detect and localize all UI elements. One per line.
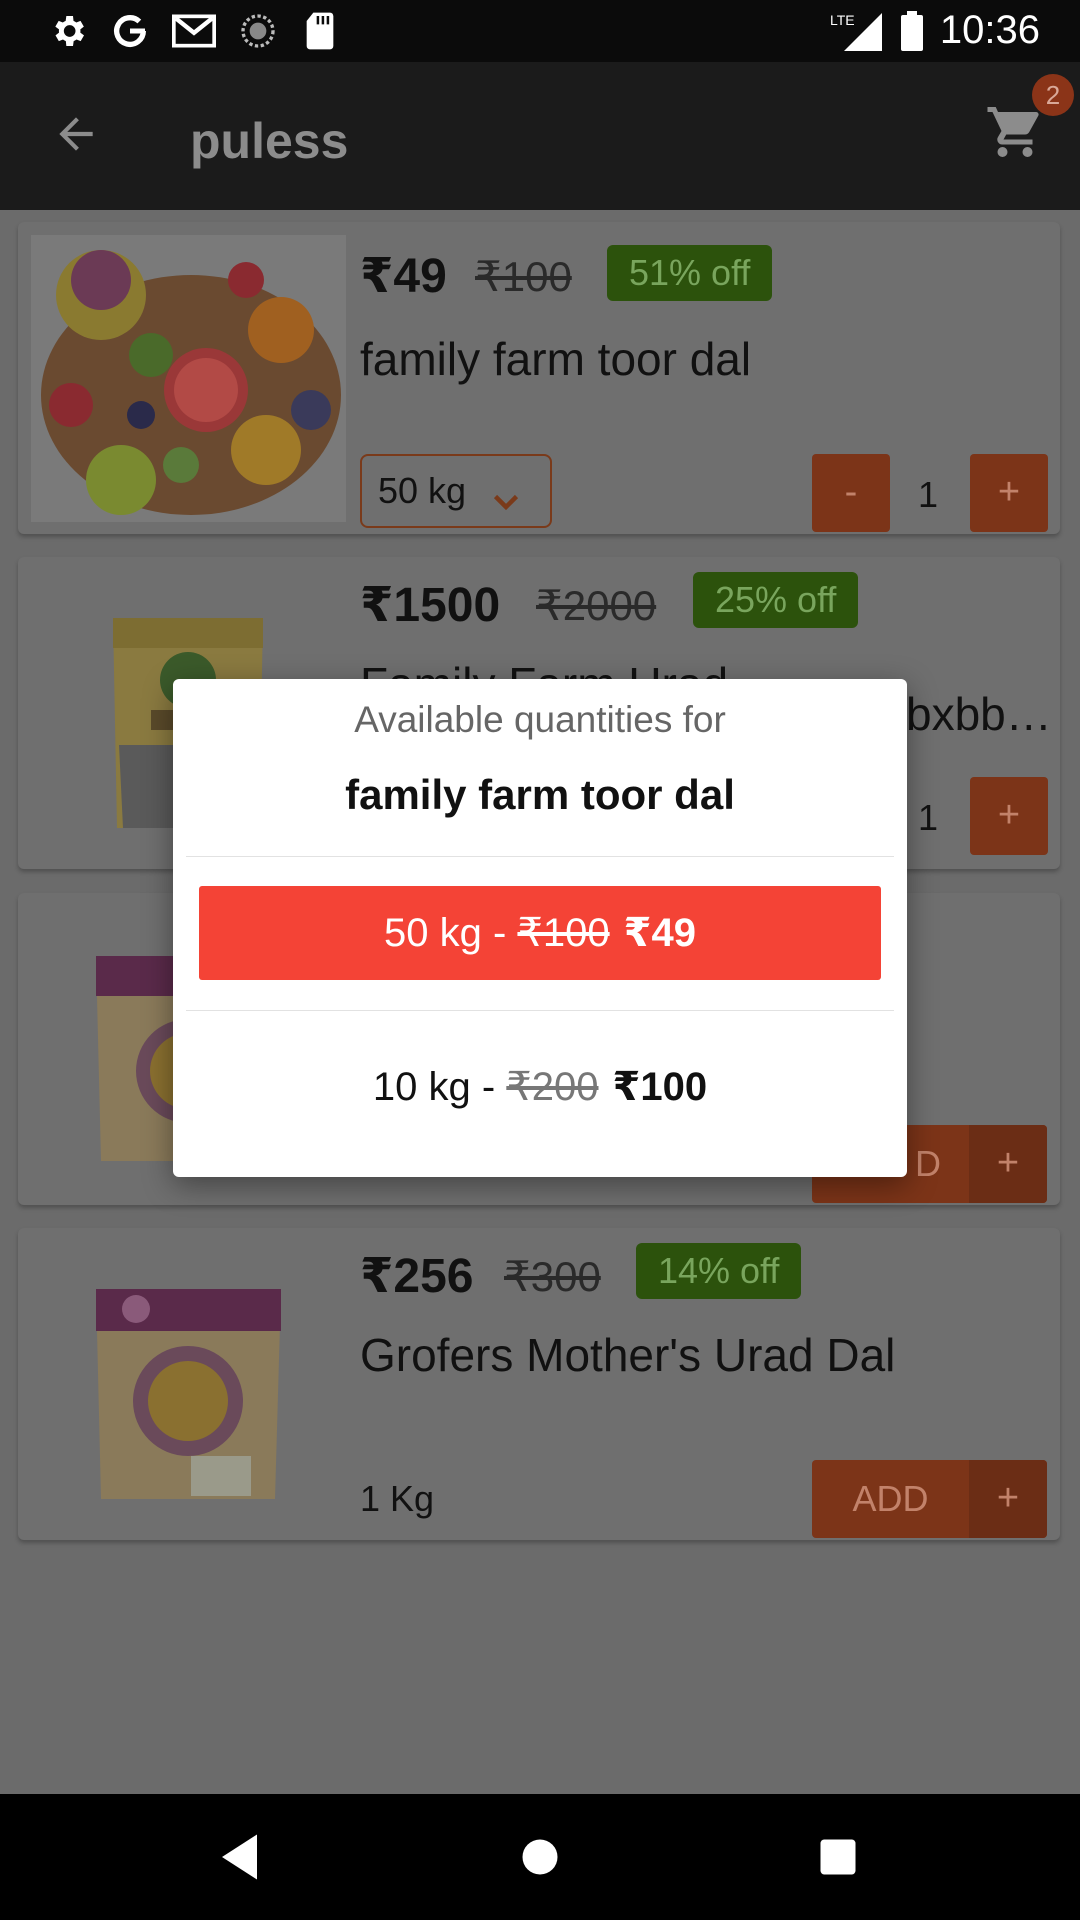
increase-quantity-button[interactable]: + [969, 1460, 1047, 1538]
product-price: ₹1500 [360, 579, 501, 632]
quantity-option-selected[interactable]: 50 kg - ₹100 ₹49 [199, 886, 881, 980]
product-name: family farm toor dal [360, 333, 752, 385]
discount-badge: 14% off [636, 1243, 802, 1299]
quantity-value: 1 [917, 797, 939, 838]
product-price: ₹49 [360, 250, 447, 303]
option-mrp: ₹200 [506, 1065, 599, 1109]
nav-back-icon[interactable] [212, 1827, 272, 1887]
gmail-icon [172, 9, 216, 53]
nav-home-icon[interactable] [510, 1827, 570, 1887]
chevron-down-icon [488, 472, 524, 542]
product-name-tail: bxbb… [906, 688, 1052, 740]
product-mrp: ₹2000 [536, 582, 657, 629]
decrease-quantity-button[interactable]: - [812, 454, 890, 532]
increase-quantity-button[interactable]: + [970, 777, 1048, 855]
quantity-value: 1 [917, 474, 939, 515]
sync-icon [236, 9, 280, 53]
product-mrp: ₹300 [504, 1253, 601, 1300]
quantity-option[interactable]: 10 kg - ₹200 ₹100 [199, 1040, 881, 1134]
unit-dropdown[interactable]: 50 kg [360, 454, 552, 528]
signal-icon: LTE [830, 9, 886, 53]
product-card[interactable]: ₹49 ₹100 51% off family farm toor dal 50… [18, 222, 1060, 534]
product-price: ₹256 [360, 1250, 474, 1303]
option-price: ₹100 [612, 1065, 708, 1109]
discount-badge: 51% off [607, 245, 773, 301]
nav-recents-icon[interactable] [808, 1827, 868, 1887]
increase-quantity-button[interactable]: + [969, 1125, 1047, 1203]
product-image-mothers-choice-urad [31, 1241, 346, 1528]
dialog-title: family farm toor dal [345, 771, 735, 818]
quantity-dialog: Available quantities for family farm too… [173, 679, 907, 1177]
dialog-subtitle: Available quantities for [354, 699, 726, 740]
product-card[interactable]: ₹256 ₹300 14% off Grofers Mother's Urad … [18, 1228, 1060, 1540]
navigation-bar [0, 1794, 1080, 1920]
page-title: puless [190, 113, 349, 169]
settings-icon [46, 9, 90, 53]
product-name: Grofers Mother's Urad Dal [360, 1329, 896, 1381]
product-unit: 1 Kg [360, 1478, 435, 1519]
unit-dropdown-value: 50 kg [378, 470, 467, 511]
option-label: 10 kg - [372, 1065, 507, 1109]
option-label: 50 kg - [384, 911, 518, 955]
status-time: 10:36 [939, 8, 1040, 52]
divider [186, 1010, 894, 1011]
cart-count-badge: 2 [1032, 74, 1074, 116]
divider [186, 856, 894, 857]
add-to-cart-button[interactable]: ADD + [812, 1460, 1047, 1538]
discount-badge: 25% off [693, 572, 859, 628]
sd-card-icon [298, 9, 342, 53]
add-button-label: ADD [852, 1478, 929, 1519]
product-mrp: ₹100 [475, 253, 572, 300]
back-arrow-icon[interactable] [44, 102, 108, 166]
status-bar: LTE 10:36 [0, 0, 1080, 62]
google-icon [108, 9, 152, 53]
svg-text:LTE: LTE [830, 12, 855, 28]
increase-quantity-button[interactable]: + [970, 454, 1048, 532]
battery-icon [890, 9, 934, 53]
option-mrp: ₹100 [517, 911, 610, 955]
app-bar: puless [0, 62, 1080, 210]
product-image-fruits [31, 235, 346, 522]
option-price: ₹49 [623, 911, 696, 955]
